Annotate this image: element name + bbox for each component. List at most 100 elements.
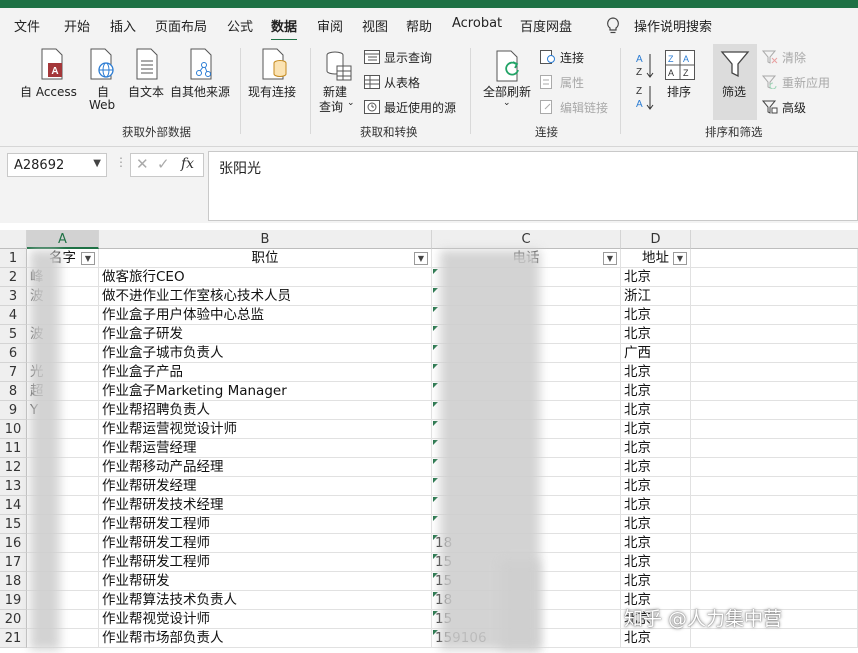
cancel-icon[interactable]: ✕ (136, 155, 149, 173)
tab-help[interactable]: 帮助 (406, 16, 432, 35)
empty-cell[interactable] (691, 268, 858, 287)
empty-cell[interactable] (691, 344, 858, 363)
table-cell-d[interactable]: 北京 (621, 325, 691, 344)
row-header[interactable]: 15 (0, 515, 27, 534)
filter-dropdown-icon[interactable]: ▼ (603, 252, 617, 265)
column-header-a[interactable]: A (27, 230, 99, 249)
table-cell-d[interactable]: 北京 (621, 420, 691, 439)
tab-baidu-netdisk[interactable]: 百度网盘 (520, 16, 572, 35)
table-cell-b[interactable]: 作业盒子用户体验中心总监 (99, 306, 432, 325)
empty-cell[interactable] (691, 420, 858, 439)
table-cell-d[interactable]: 北京 (621, 363, 691, 382)
row-header[interactable]: 9 (0, 401, 27, 420)
table-cell-d[interactable]: 北京 (621, 268, 691, 287)
table-cell-b[interactable]: 作业帮研发技术经理 (99, 496, 432, 515)
empty-cell[interactable] (691, 287, 858, 306)
empty-cell[interactable] (691, 572, 858, 591)
table-cell-b[interactable]: 作业盒子产品 (99, 363, 432, 382)
filter-dropdown-icon[interactable]: ▼ (414, 252, 428, 265)
row-header[interactable]: 12 (0, 458, 27, 477)
table-cell-d[interactable]: 北京 (621, 439, 691, 458)
tab-formulas[interactable]: 公式 (227, 16, 253, 35)
from-web-button-line2[interactable]: Web (89, 98, 115, 112)
table-cell-d[interactable]: 北京 (621, 306, 691, 325)
empty-cell[interactable] (691, 629, 858, 648)
row-header[interactable]: 13 (0, 477, 27, 496)
column-header-d[interactable]: D (621, 230, 691, 249)
empty-cell[interactable] (691, 306, 858, 325)
table-cell-d[interactable]: 北京 (621, 496, 691, 515)
table-cell-b[interactable]: 作业帮招聘负责人 (99, 401, 432, 420)
table-cell-d[interactable]: 北京 (621, 553, 691, 572)
empty-cell[interactable] (691, 496, 858, 515)
table-cell-b[interactable]: 作业帮视觉设计师 (99, 610, 432, 629)
empty-cell[interactable] (691, 515, 858, 534)
empty-cell[interactable] (691, 382, 858, 401)
column-header-b[interactable]: B (99, 230, 432, 249)
properties-button[interactable]: 属性 (560, 74, 584, 91)
row-header[interactable]: 2 (0, 268, 27, 287)
filter-dropdown-icon[interactable]: ▼ (81, 252, 95, 265)
filter-button[interactable]: 筛选 (722, 83, 746, 100)
tab-review[interactable]: 审阅 (317, 16, 343, 35)
table-cell-b[interactable]: 作业盒子Marketing Manager (99, 382, 432, 401)
row-header[interactable]: 20 (0, 610, 27, 629)
recent-sources-button[interactable]: 最近使用的源 (384, 99, 456, 116)
table-cell-b[interactable]: 作业帮移动产品经理 (99, 458, 432, 477)
table-cell-b[interactable]: 做不进作业工作室核心技术人员 (99, 287, 432, 306)
empty-cell[interactable] (691, 363, 858, 382)
table-cell-d[interactable]: 北京 (621, 515, 691, 534)
row-header[interactable]: 11 (0, 439, 27, 458)
row-header[interactable]: 14 (0, 496, 27, 515)
empty-cell[interactable] (691, 458, 858, 477)
table-cell-b[interactable]: 作业帮研发经理 (99, 477, 432, 496)
clear-button[interactable]: 清除 (782, 49, 806, 66)
empty-cell[interactable] (691, 477, 858, 496)
tab-file[interactable]: 文件 (14, 16, 40, 35)
spreadsheet-grid[interactable]: A B C D 1名字▼职位▼电话▼地址▼2峰做客旅行CEO北京3波做不进作业工… (0, 230, 858, 653)
chevron-down-icon[interactable]: ▼ (93, 158, 101, 169)
from-table-button[interactable]: 从表格 (384, 74, 420, 91)
from-access-button[interactable]: 自 Access (20, 83, 77, 100)
empty-cell[interactable] (691, 534, 858, 553)
row-header[interactable]: 6 (0, 344, 27, 363)
tab-data[interactable]: 数据 (271, 16, 298, 42)
confirm-check-icon[interactable]: ✓ (157, 155, 170, 173)
row-header[interactable]: 8 (0, 382, 27, 401)
select-all-corner[interactable] (0, 230, 27, 249)
name-box[interactable]: A28692 ▼ (7, 153, 107, 177)
table-cell-b[interactable]: 作业盒子研发 (99, 325, 432, 344)
formula-input[interactable]: 张阳光 (208, 151, 858, 221)
empty-cell[interactable] (691, 553, 858, 572)
table-cell-d[interactable]: 北京 (621, 572, 691, 591)
empty-cell[interactable] (691, 249, 858, 268)
from-other-sources-button[interactable]: 自其他来源 (170, 83, 230, 100)
column-header-c[interactable]: C (432, 230, 621, 249)
table-cell-b[interactable]: 作业帮研发工程师 (99, 553, 432, 572)
empty-cell[interactable] (691, 439, 858, 458)
empty-cell[interactable] (691, 325, 858, 344)
tab-insert[interactable]: 插入 (110, 16, 136, 35)
table-cell-d[interactable]: 北京 (621, 477, 691, 496)
row-header[interactable]: 4 (0, 306, 27, 325)
row-header[interactable]: 19 (0, 591, 27, 610)
filter-dropdown-icon[interactable]: ▼ (673, 252, 687, 265)
row-header[interactable]: 3 (0, 287, 27, 306)
show-queries-button[interactable]: 显示查询 (384, 49, 432, 66)
tell-me-search[interactable]: 操作说明搜索 (634, 16, 712, 35)
row-header[interactable]: 7 (0, 363, 27, 382)
edit-links-button[interactable]: 编辑链接 (560, 99, 608, 116)
advanced-button[interactable]: 高级 (782, 99, 806, 116)
from-text-button[interactable]: 自文本 (128, 83, 164, 100)
row-header[interactable]: 17 (0, 553, 27, 572)
header-cell-d[interactable]: 地址 ▼ (621, 249, 691, 268)
table-cell-d[interactable]: 北京 (621, 629, 691, 648)
table-cell-d[interactable]: 北京 (621, 534, 691, 553)
header-cell-b[interactable]: 职位 ▼ (99, 249, 432, 268)
existing-connections-button[interactable]: 现有连接 (248, 83, 296, 100)
table-cell-b[interactable]: 作业帮运营视觉设计师 (99, 420, 432, 439)
row-header[interactable]: 16 (0, 534, 27, 553)
table-cell-b[interactable]: 作业帮算法技术负责人 (99, 591, 432, 610)
table-cell-b[interactable]: 作业盒子城市负责人 (99, 344, 432, 363)
new-query-button-line2[interactable]: 查询 (319, 98, 343, 115)
